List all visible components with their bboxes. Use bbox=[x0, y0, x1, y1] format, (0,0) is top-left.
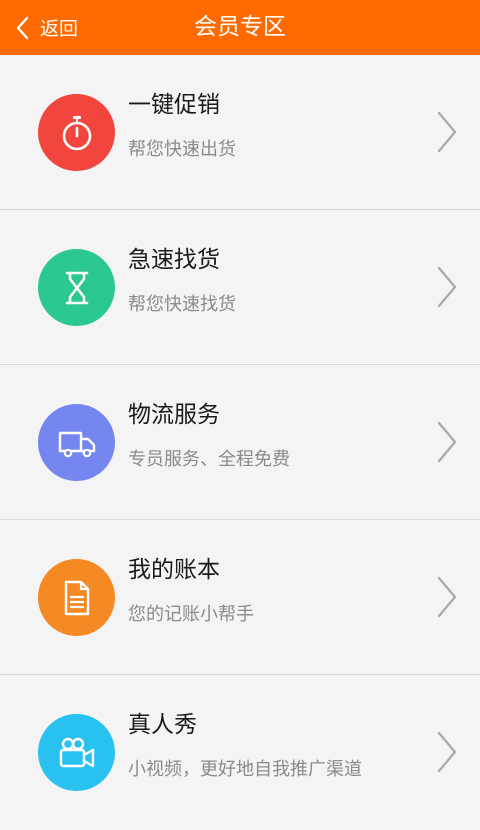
chevron-right-icon bbox=[436, 421, 458, 463]
item-subtitle: 小视频，更好地自我推广渠道 bbox=[128, 759, 362, 780]
video-camera-icon bbox=[38, 714, 115, 791]
list-item-logistics[interactable]: 物流服务 专员服务、全程免费 bbox=[0, 365, 480, 520]
list-item-find-goods[interactable]: 急速找货 帮您快速找货 bbox=[0, 210, 480, 365]
item-subtitle: 帮您快速出货 bbox=[128, 139, 236, 160]
item-title: 一键促销 bbox=[128, 92, 220, 118]
chevron-right-icon bbox=[436, 731, 458, 773]
truck-icon bbox=[38, 404, 115, 481]
chevron-left-icon bbox=[14, 16, 32, 40]
item-title: 真人秀 bbox=[128, 712, 197, 738]
hourglass-icon bbox=[38, 249, 115, 326]
chevron-right-icon bbox=[436, 266, 458, 308]
item-subtitle: 帮您快速找货 bbox=[128, 294, 236, 315]
top-app-bar: 返回 会员专区 bbox=[0, 0, 480, 55]
list-item-ledger[interactable]: 我的账本 您的记账小帮手 bbox=[0, 520, 480, 675]
item-title: 急速找货 bbox=[128, 247, 220, 273]
document-icon bbox=[38, 559, 115, 636]
member-feature-list: 一键促销 帮您快速出货 急速找货 帮您快速找货 物流服务 专员服务、全程免费 我… bbox=[0, 55, 480, 830]
stopwatch-icon bbox=[38, 94, 115, 171]
back-label: 返回 bbox=[40, 18, 79, 40]
item-subtitle: 您的记账小帮手 bbox=[128, 604, 254, 625]
chevron-right-icon bbox=[436, 576, 458, 618]
back-button[interactable]: 返回 bbox=[14, 0, 78, 55]
item-title: 我的账本 bbox=[128, 557, 220, 583]
item-title: 物流服务 bbox=[128, 402, 220, 428]
list-item-promotion[interactable]: 一键促销 帮您快速出货 bbox=[0, 55, 480, 210]
chevron-right-icon bbox=[436, 111, 458, 153]
item-subtitle: 专员服务、全程免费 bbox=[128, 449, 290, 470]
list-item-live-show[interactable]: 真人秀 小视频，更好地自我推广渠道 bbox=[0, 675, 480, 830]
